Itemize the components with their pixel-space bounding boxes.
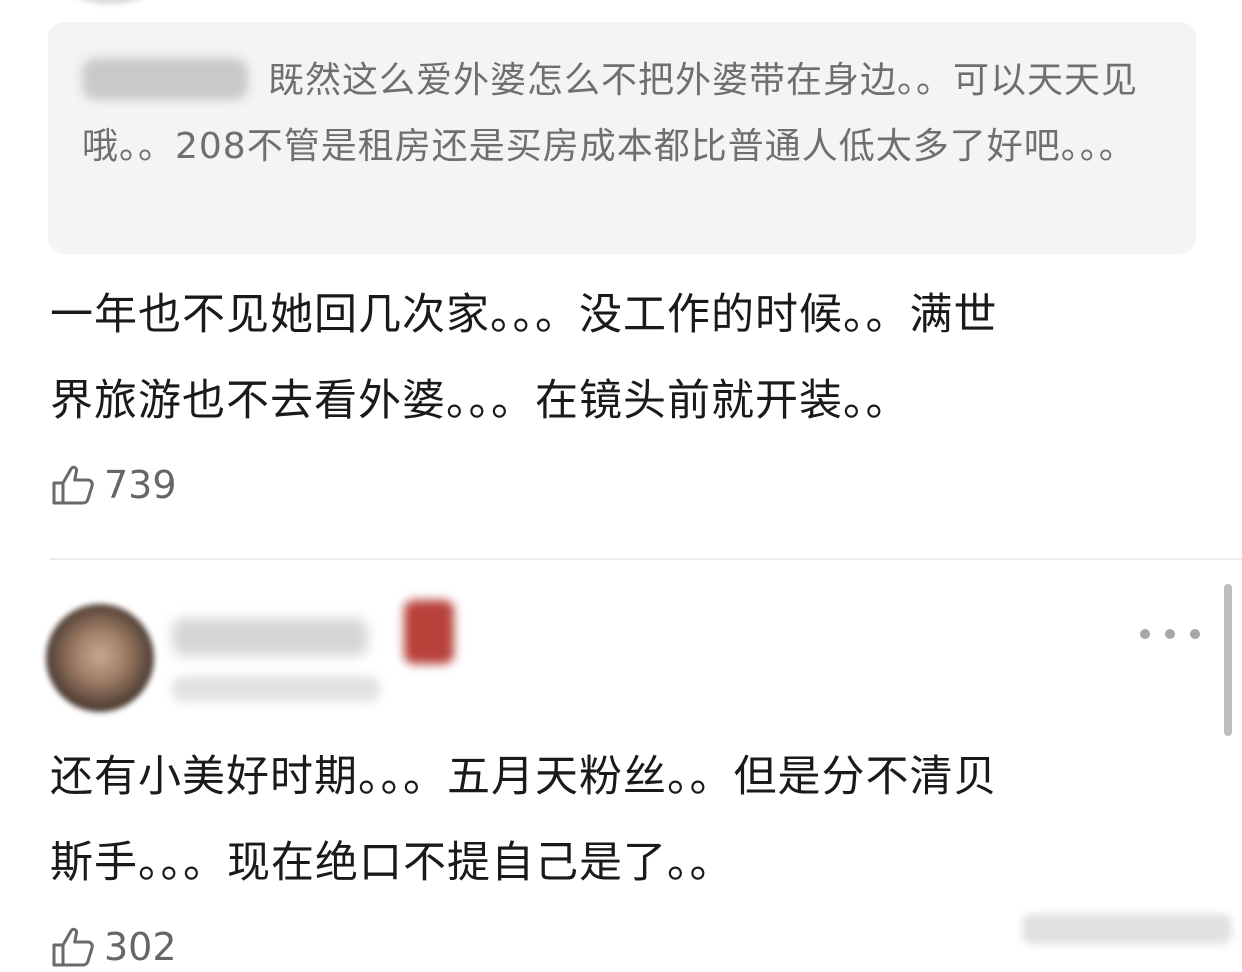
thumbs-up-icon	[52, 927, 94, 967]
more-dots-icon	[1140, 629, 1150, 639]
comment-divider	[50, 558, 1242, 560]
comment-text: 一年也不见她回几次家。。。没工作的时候。。满世 界旅游也不去看外婆。。。在镜头前…	[50, 272, 1190, 444]
more-options-button[interactable]	[1140, 614, 1200, 654]
like-button[interactable]: 739	[50, 460, 177, 510]
comment-line: 还有小美好时期。。。五月天粉丝。。但是分不清贝	[50, 752, 998, 802]
scrollbar[interactable]	[1224, 584, 1232, 736]
comment-line: 一年也不见她回几次家。。。没工作的时候。。满世	[50, 290, 998, 340]
blurred-quoted-username	[82, 58, 248, 100]
quoted-reply: 既然这么爱外婆怎么不把外婆带在身边。。可以天天见哦。。208不管是租房还是买房成…	[82, 48, 1172, 180]
blurred-comment-meta	[172, 676, 380, 702]
comment-line: 界旅游也不去看外婆。。。在镜头前就开装。。	[50, 376, 910, 426]
like-count: 302	[104, 925, 177, 969]
previous-avatar-edge	[70, 0, 150, 4]
blurred-username[interactable]	[172, 618, 368, 656]
like-button[interactable]: 302	[50, 922, 177, 972]
comment-line: 斯手。。。现在绝口不提自己是了。。	[50, 838, 734, 888]
more-dots-icon	[1190, 629, 1200, 639]
blurred-badge	[404, 600, 454, 664]
avatar[interactable]	[46, 604, 154, 712]
comment-text: 还有小美好时期。。。五月天粉丝。。但是分不清贝 斯手。。。现在绝口不提自己是了。…	[50, 734, 1190, 906]
more-dots-icon	[1165, 629, 1175, 639]
blurred-watermark	[1022, 914, 1232, 944]
like-count: 739	[104, 463, 177, 507]
thumbs-up-icon	[52, 465, 94, 505]
